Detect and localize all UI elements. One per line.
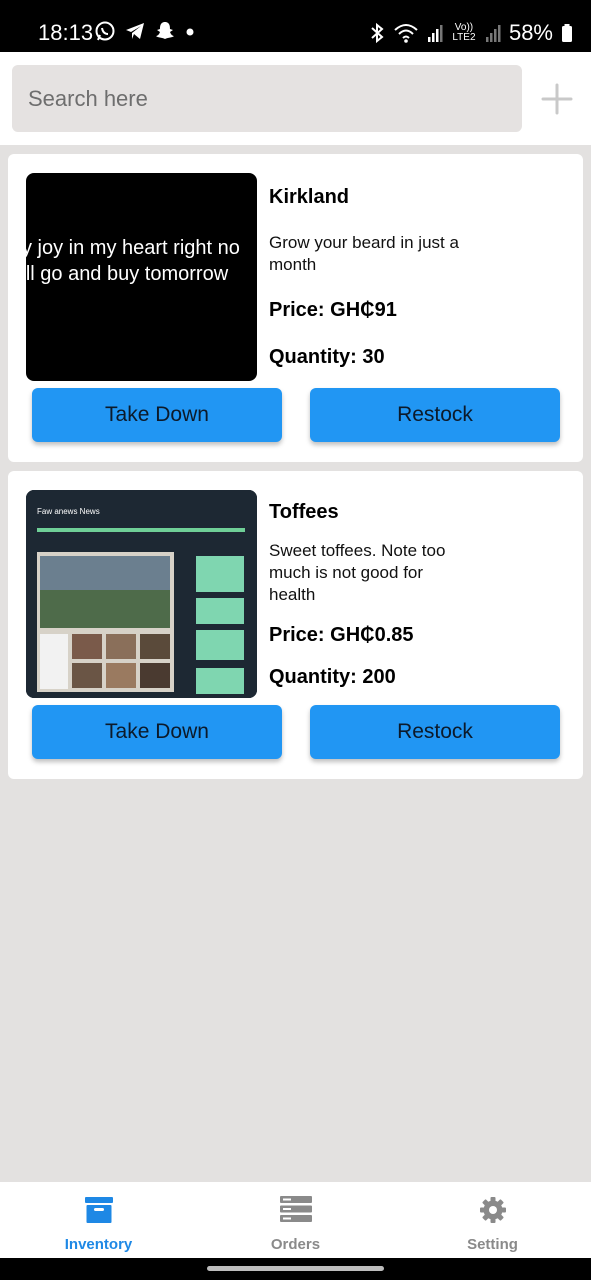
gesture-area [0,1258,591,1280]
orders-list-icon [279,1196,312,1222]
image-caption-line: 'll go and buy tomorrow [26,263,229,285]
take-down-button[interactable]: Take Down [32,388,282,442]
take-down-button[interactable]: Take Down [32,705,282,759]
status-time: 18:13 [38,20,94,45]
product-quantity: Quantity: 200 [269,666,396,688]
image-caption-line: y joy in my heart right no [26,237,240,259]
search-box[interactable] [12,65,522,132]
nav-label: Orders [270,1236,321,1253]
product-price: Price: GH₵0.85 [269,624,414,646]
system-icons: Vo)) LTE2 58% [369,20,573,46]
product-name: Toffees [269,501,339,523]
product-name: Kirkland [269,186,350,208]
nav-label: Setting [467,1236,518,1253]
nav-item-setting[interactable]: Setting [394,1182,591,1258]
add-product-icon[interactable] [540,82,574,116]
network-type-label: Vo)) LTE2 [452,22,476,43]
nav-item-orders[interactable]: Orders [197,1182,394,1258]
wifi-icon [394,24,418,43]
restock-button[interactable]: Restock [310,705,560,759]
nav-item-inventory[interactable]: Inventory [0,1182,197,1258]
bottom-navigation: Inventory Orders Setting [0,1182,591,1258]
search-input[interactable] [12,65,522,132]
product-image: y joy in my heart right no 'll go and bu… [26,173,257,381]
telegram-icon [126,23,144,39]
news-screenshot-image: Faw anews News [26,490,257,698]
home-gesture-bar[interactable] [207,1266,384,1271]
search-header [0,52,591,145]
product-quantity: Quantity: 30 [269,346,385,368]
signal-icon [427,25,443,42]
notification-icons [94,20,196,42]
product-description: Sweet toffees. Note too much is not good… [269,541,446,604]
snapchat-icon [156,22,174,39]
inventory-box-icon [84,1197,113,1223]
gear-icon [479,1197,506,1223]
battery-icon [562,24,572,42]
product-description: Grow your beard in just a month [269,233,459,274]
product-card: Faw anews News Toffees Sweet toffees. No… [8,471,583,779]
product-image: Faw anews News [26,490,257,698]
product-card: y joy in my heart right no 'll go and bu… [8,154,583,462]
restock-button[interactable]: Restock [310,388,560,442]
nav-label: Inventory [64,1236,133,1253]
battery-percent: 58% [508,20,553,45]
image-caption-line: Faw anews News [37,507,100,516]
status-bar: 18:13 Vo)) LTE2 58% [0,0,591,52]
signal-icon-2 [485,25,501,42]
dot-icon [186,28,194,36]
whatsapp-icon [95,21,115,41]
product-price: Price: GH₵91 [269,299,397,321]
bluetooth-icon [371,22,384,44]
